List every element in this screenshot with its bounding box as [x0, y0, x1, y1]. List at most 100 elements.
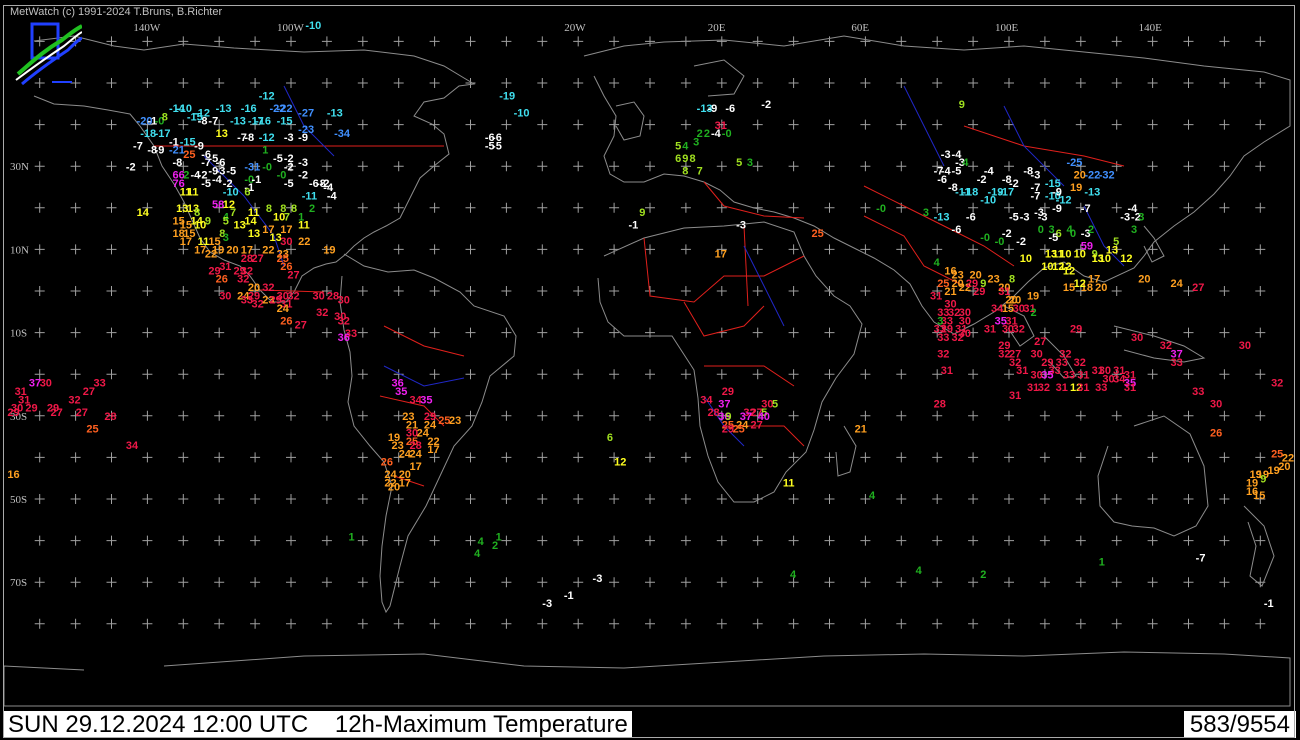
station-temp: 3	[747, 157, 753, 169]
station-temp: -10	[514, 107, 530, 119]
station-temp: -5	[284, 178, 294, 190]
station-temp: -2	[761, 99, 771, 111]
station-temp: 9	[639, 207, 645, 219]
station-temp: 30	[1210, 398, 1222, 410]
station-temp: 8	[162, 111, 168, 123]
station-temp: 2	[704, 128, 710, 140]
station-temp: 1	[348, 532, 354, 544]
station-temp: -13	[327, 107, 343, 119]
station-temp: 3	[693, 136, 699, 148]
station-temp: -19	[499, 91, 515, 103]
lat-label: 10N	[10, 244, 29, 256]
station-temp: -7	[1031, 190, 1041, 202]
station-temp: -5	[201, 178, 211, 190]
station-count: 583/9554	[1183, 711, 1296, 738]
station-temp: 3	[223, 232, 229, 244]
station-temp: 17	[280, 224, 292, 236]
lat-label: 10S	[10, 328, 27, 340]
station-temp: 4	[869, 490, 876, 502]
station-temp: 9	[959, 99, 965, 111]
station-temp: 19	[212, 245, 224, 257]
station-temp: 27	[1034, 336, 1046, 348]
station-temp: 32	[937, 349, 949, 361]
world-map-canvas: 140W 100W 20W 20E 60E 100E 140E 30N10N10S30S50…	[4, 6, 1296, 710]
station-temp: 13	[1106, 245, 1118, 257]
station-temp: 6	[675, 153, 681, 165]
station-temp: 29	[25, 403, 37, 415]
station-temp: 31	[1016, 365, 1028, 377]
station-temp: 32	[338, 315, 350, 327]
station-temp: 26	[216, 274, 228, 286]
station-temp: 26	[381, 457, 393, 469]
copyright-text: MetWatch (c) 1991-2024 T.Bruns, B.Richte…	[10, 6, 223, 18]
station-temp: 33	[1171, 357, 1183, 369]
station-temp: 22	[262, 245, 274, 257]
station-temp: 27	[50, 407, 62, 419]
station-temp: 13	[1092, 253, 1104, 265]
station-temp: 10	[194, 220, 206, 232]
station-temp: 35	[395, 386, 407, 398]
station-temp: -0	[876, 203, 886, 215]
station-temp: 30	[219, 290, 231, 302]
station-temp: 10	[1074, 249, 1086, 261]
station-temp: 19	[1070, 182, 1082, 194]
station-temp: 14	[137, 207, 150, 219]
station-temp: 35	[1041, 369, 1053, 381]
station-temp: 11	[298, 220, 310, 232]
station-temp: 32	[1013, 324, 1025, 336]
station-temp: -10	[980, 195, 996, 207]
station-temp: 19	[1027, 290, 1039, 302]
date-product-label: SUN 29.12.2024 12:00 UTC 12h-Maximum Tem…	[4, 711, 632, 738]
station-temp: 7	[230, 207, 236, 219]
station-temp: 9	[980, 278, 986, 290]
station-temp: 4	[962, 157, 969, 169]
station-temp: -3	[1020, 211, 1030, 223]
station-temp: 31	[1009, 390, 1021, 402]
station-temp: 10	[1020, 253, 1032, 265]
station-temp: -13	[934, 211, 950, 223]
station-temp: 33	[1095, 382, 1107, 394]
station-temp: -32	[1099, 170, 1115, 182]
station-temp: 27	[252, 253, 264, 265]
station-temp: 20	[1278, 461, 1290, 473]
station-temp: -7	[1081, 203, 1091, 215]
station-temp: 17	[715, 249, 727, 261]
station-temp: 20	[1138, 274, 1150, 286]
station-temp: 5	[675, 141, 681, 153]
station-temp: 2	[1031, 307, 1037, 319]
station-temp: 2	[309, 203, 315, 215]
station-temp: 0	[1070, 228, 1076, 240]
station-temp: 13	[216, 128, 228, 140]
station-temp: -10	[223, 186, 239, 198]
station-temp: -15	[277, 116, 293, 128]
station-temp: -1	[564, 590, 574, 602]
station-temp: -9	[298, 132, 308, 144]
station-temp: 12	[1120, 253, 1132, 265]
station-temp: 31	[1056, 382, 1068, 394]
station-temp: -5	[273, 153, 283, 165]
station-temp: 31	[219, 261, 231, 273]
station-temp: 16	[7, 469, 19, 481]
station-temp: 4	[682, 141, 689, 153]
station-temp: 30	[280, 236, 292, 248]
lon-label: 140E	[1139, 22, 1163, 34]
station-temp: -16	[255, 116, 271, 128]
station-temp: 31	[1124, 382, 1136, 394]
station-temp: 11	[783, 478, 795, 490]
station-temp: 5	[772, 398, 778, 410]
station-temp: 3	[1138, 211, 1144, 223]
station-temp: 0	[1038, 224, 1044, 236]
station-temp: 2	[492, 540, 498, 552]
station-temp: -14	[169, 103, 186, 115]
station-temp: 23	[449, 415, 461, 427]
station-temp: -2	[298, 170, 308, 182]
station-temp: 30	[338, 294, 350, 306]
station-temp: 30	[313, 290, 325, 302]
station-temp: 8	[682, 166, 688, 178]
station-temp: 24	[277, 303, 290, 315]
station-temp: 32	[68, 394, 80, 406]
station-temp: -11	[302, 190, 317, 202]
station-temp: 20	[388, 482, 400, 494]
station-temp: -3	[298, 157, 308, 169]
station-temp: -2	[977, 174, 987, 186]
